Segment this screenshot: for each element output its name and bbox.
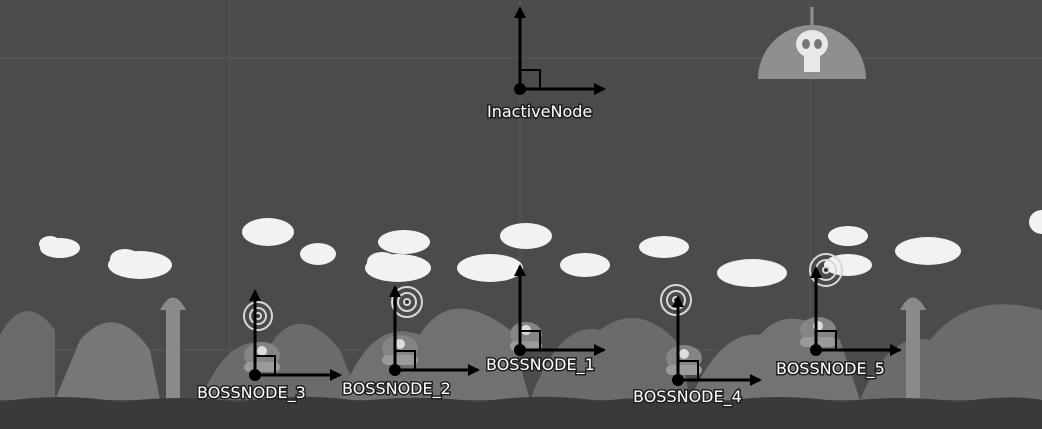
cloud-icon — [824, 254, 872, 276]
node-label-boss4: BOSSNODE_4 — [633, 387, 742, 407]
node-label-boss1: BOSSNODE_1 — [486, 355, 595, 375]
tank-enemy-icon — [510, 322, 542, 351]
cloud-icon — [717, 259, 787, 287]
cloud-icon — [895, 237, 961, 265]
cloud-icon — [242, 218, 294, 246]
scene-view[interactable]: InactiveNode BOSSNODE_1 BOSSNODE_2 BOSSN… — [0, 0, 1042, 429]
cloud-icon — [828, 226, 868, 246]
ground — [0, 396, 1042, 429]
node-label-boss3: BOSSNODE_3 — [197, 383, 306, 403]
cloud-icon — [457, 254, 523, 282]
cloud-icon — [560, 253, 610, 277]
cloud-icon — [300, 243, 336, 265]
cloud-icon — [378, 230, 430, 254]
node-label-boss2: BOSSNODE_2 — [342, 379, 451, 399]
cloud-icon — [500, 223, 552, 249]
node-label-inactive: InactiveNode — [487, 102, 592, 121]
cloud-icon — [639, 236, 689, 258]
node-label-boss5: BOSSNODE_5 — [776, 359, 885, 379]
